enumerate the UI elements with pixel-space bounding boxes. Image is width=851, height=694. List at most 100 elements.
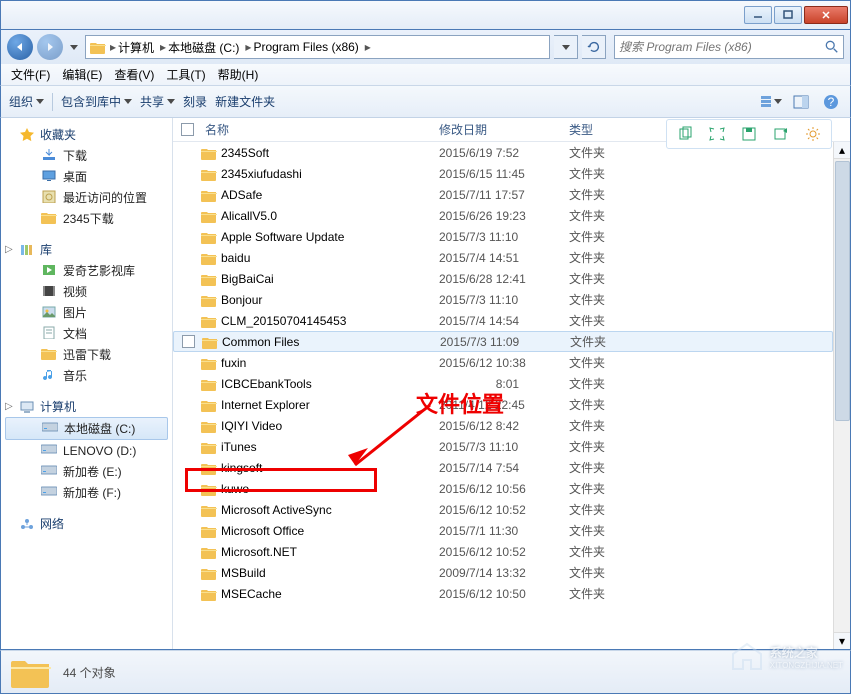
address-dropdown-button[interactable] xyxy=(554,35,578,59)
table-row[interactable]: IQIYI Video2015/6/12 8:42文件夹 xyxy=(173,415,833,436)
folder-icon xyxy=(201,587,217,601)
minimize-button[interactable] xyxy=(744,6,772,24)
table-row[interactable]: MSBuild2009/7/14 13:32文件夹 xyxy=(173,562,833,583)
file-name-label: BigBaiCai xyxy=(221,272,274,286)
folder-icon xyxy=(201,503,217,517)
breadcrumb-item[interactable]: ▸Program Files (x86) xyxy=(243,40,360,54)
desktop-icon xyxy=(41,168,57,185)
file-date-label: 2015/7/3 11:10 xyxy=(439,230,569,244)
sidebar-item-label: 迅雷下载 xyxy=(63,346,111,363)
file-date-label: 2015/6/15 11:45 xyxy=(439,167,569,181)
table-row[interactable]: iTunes2015/7/3 11:10文件夹 xyxy=(173,436,833,457)
sidebar-favorites-header[interactable]: 收藏夹 xyxy=(1,124,172,145)
tool-settings-icon[interactable] xyxy=(797,122,829,146)
scrollbar[interactable]: ▴ ▾ xyxy=(833,142,850,649)
include-button[interactable]: 包含到库中 xyxy=(61,93,132,110)
table-row[interactable]: baidu2015/7/4 14:51文件夹 xyxy=(173,247,833,268)
breadcrumb-chevron[interactable]: ▸ xyxy=(363,40,373,54)
table-row[interactable]: Common Files2015/7/3 11:09文件夹 xyxy=(173,331,833,352)
sidebar-item-comp-0[interactable]: 本地磁盘 (C:) xyxy=(5,417,168,440)
table-row[interactable]: AlicallV5.02015/6/26 19:23文件夹 xyxy=(173,205,833,226)
file-name-label: iTunes xyxy=(221,440,257,454)
table-row[interactable]: Microsoft ActiveSync2015/6/12 10:52文件夹 xyxy=(173,499,833,520)
tool-copy-icon[interactable] xyxy=(669,122,701,146)
sidebar-item-comp-3[interactable]: 新加卷 (F:) xyxy=(1,482,172,503)
sidebar-computer-header[interactable]: ▷计算机 xyxy=(1,396,172,417)
sidebar-item-lib-2[interactable]: 图片 xyxy=(1,302,172,323)
breadcrumb-item[interactable]: ▸本地磁盘 (C:) xyxy=(158,39,241,56)
table-row[interactable]: Internet Explorer2011/4/12 22:45文件夹 xyxy=(173,394,833,415)
maximize-button[interactable] xyxy=(774,6,802,24)
table-row[interactable]: Microsoft Office2015/7/1 11:30文件夹 xyxy=(173,520,833,541)
menu-file[interactable]: 文件(F) xyxy=(7,64,54,85)
menu-help[interactable]: 帮助(H) xyxy=(214,64,263,85)
address-bar[interactable]: ▸计算机 ▸本地磁盘 (C:) ▸Program Files (x86) ▸ xyxy=(85,35,550,59)
column-date[interactable]: 修改日期 xyxy=(439,121,569,138)
table-row[interactable]: Microsoft.NET2015/6/12 10:52文件夹 xyxy=(173,541,833,562)
status-bar: 44 个对象 xyxy=(0,650,851,694)
share-button[interactable]: 共享 xyxy=(140,93,175,110)
sidebar-item-fav-1[interactable]: 桌面 xyxy=(1,166,172,187)
sidebar-item-fav-0[interactable]: 下载 xyxy=(1,145,172,166)
table-row[interactable]: fuxin2015/6/12 10:38文件夹 xyxy=(173,352,833,373)
sidebar-item-lib-0[interactable]: 爱奇艺影视库 xyxy=(1,260,172,281)
tool-save-icon[interactable] xyxy=(733,122,765,146)
preview-pane-button[interactable] xyxy=(790,91,812,113)
nav-back-button[interactable] xyxy=(7,34,33,60)
table-row[interactable]: ICBCEbankTools2015/6/12 8:01文件夹 xyxy=(173,373,833,394)
table-row[interactable]: Bonjour2015/7/3 11:10文件夹 xyxy=(173,289,833,310)
file-name-label: baidu xyxy=(221,251,250,265)
file-type-label: 文件夹 xyxy=(569,207,833,224)
menu-bar: 文件(F) 编辑(E) 查看(V) 工具(T) 帮助(H) xyxy=(0,64,851,86)
table-row[interactable]: kingsoft2015/7/14 7:54文件夹 xyxy=(173,457,833,478)
table-row[interactable]: kuwo2015/6/12 10:56文件夹 xyxy=(173,478,833,499)
breadcrumb-item[interactable]: ▸计算机 xyxy=(108,39,156,56)
sidebar-item-label: 2345下载 xyxy=(63,210,114,227)
file-list[interactable]: 2345Soft2015/6/19 7:52文件夹2345xiufudashi2… xyxy=(173,142,833,649)
sidebar-item-lib-1[interactable]: 视频 xyxy=(1,281,172,302)
column-name[interactable]: 名称 xyxy=(201,121,439,138)
tool-share-icon[interactable] xyxy=(765,122,797,146)
search-box[interactable] xyxy=(614,35,844,59)
scroll-thumb[interactable] xyxy=(835,161,850,421)
titlebar xyxy=(0,0,851,30)
refresh-button[interactable] xyxy=(582,35,606,59)
sidebar-item-fav-3[interactable]: 2345下载 xyxy=(1,208,172,229)
table-row[interactable]: 2345xiufudashi2015/6/15 11:45文件夹 xyxy=(173,163,833,184)
burn-button[interactable]: 刻录 xyxy=(183,93,207,110)
table-row[interactable]: CLM_201507041454532015/7/4 14:54文件夹 xyxy=(173,310,833,331)
scroll-up-button[interactable]: ▴ xyxy=(834,142,850,159)
row-checkbox[interactable] xyxy=(182,335,195,348)
sidebar-item-lib-4[interactable]: 迅雷下载 xyxy=(1,344,172,365)
sidebar-item-label: 桌面 xyxy=(63,168,87,185)
table-row[interactable]: ADSafe2015/7/11 17:57文件夹 xyxy=(173,184,833,205)
nav-forward-button[interactable] xyxy=(37,34,63,60)
search-icon[interactable] xyxy=(825,40,839,54)
sidebar-item-lib-3[interactable]: 文档 xyxy=(1,323,172,344)
table-row[interactable]: Apple Software Update2015/7/3 11:10文件夹 xyxy=(173,226,833,247)
sidebar-libraries-header[interactable]: ▷库 xyxy=(1,239,172,260)
select-all-checkbox[interactable] xyxy=(181,123,194,136)
menu-tools[interactable]: 工具(T) xyxy=(162,64,209,85)
menu-view[interactable]: 查看(V) xyxy=(110,64,158,85)
search-input[interactable] xyxy=(619,40,821,54)
nav-history-dropdown[interactable] xyxy=(67,35,81,59)
file-type-label: 文件夹 xyxy=(569,270,833,287)
sidebar-item-comp-1[interactable]: LENOVO (D:) xyxy=(1,440,172,461)
tool-expand-icon[interactable] xyxy=(701,122,733,146)
folder-icon xyxy=(201,356,217,370)
sidebar-item-comp-2[interactable]: 新加卷 (E:) xyxy=(1,461,172,482)
sidebar-item-lib-5[interactable]: 音乐 xyxy=(1,365,172,386)
folder-icon xyxy=(201,167,217,181)
organize-button[interactable]: 组织 xyxy=(9,93,44,110)
folder-icon xyxy=(201,314,217,328)
menu-edit[interactable]: 编辑(E) xyxy=(58,64,106,85)
table-row[interactable]: MSECache2015/6/12 10:50文件夹 xyxy=(173,583,833,604)
close-button[interactable] xyxy=(804,6,848,24)
table-row[interactable]: BigBaiCai2015/6/28 12:41文件夹 xyxy=(173,268,833,289)
view-mode-button[interactable] xyxy=(760,91,782,113)
sidebar-item-fav-2[interactable]: 最近访问的位置 xyxy=(1,187,172,208)
help-button[interactable]: ? xyxy=(820,91,842,113)
newfolder-button[interactable]: 新建文件夹 xyxy=(215,93,275,110)
sidebar-network-header[interactable]: 网络 xyxy=(1,513,172,534)
